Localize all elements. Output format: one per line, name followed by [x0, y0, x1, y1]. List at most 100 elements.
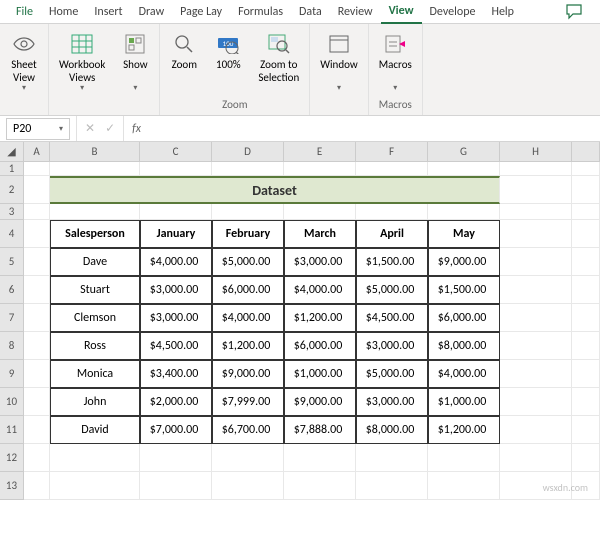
sheet-view-button[interactable]: Sheet View ▾	[4, 30, 44, 96]
col-header-d[interactable]: D	[212, 142, 284, 162]
cell-value[interactable]: $6,000.00	[284, 332, 356, 360]
cell-value[interactable]: $8,000.00	[356, 416, 428, 444]
select-all-corner[interactable]: ◢	[0, 142, 24, 162]
show-button[interactable]: Show ▾	[115, 30, 155, 96]
cell-value[interactable]: $4,000.00	[428, 360, 500, 388]
cell-value[interactable]: $9,000.00	[212, 360, 284, 388]
cell-value[interactable]: $1,500.00	[428, 276, 500, 304]
col-header-edge	[572, 142, 600, 162]
cell-value[interactable]: $6,000.00	[212, 276, 284, 304]
cell-value[interactable]: $9,000.00	[428, 248, 500, 276]
cell-value[interactable]: $1,000.00	[428, 388, 500, 416]
tab-insert[interactable]: Insert	[86, 1, 130, 23]
cell-value[interactable]: $7,888.00	[284, 416, 356, 444]
row-header[interactable]: 9	[0, 360, 24, 388]
th-april[interactable]: April	[356, 220, 428, 248]
macros-button[interactable]: Macros ▾	[373, 30, 418, 96]
cell-salesperson[interactable]: Clemson	[50, 304, 140, 332]
col-header-c[interactable]: C	[140, 142, 212, 162]
zoom-to-selection-button[interactable]: Zoom to Selection	[252, 30, 305, 86]
comments-button[interactable]	[562, 2, 588, 22]
tab-developer[interactable]: Develope	[422, 1, 484, 23]
tab-home[interactable]: Home	[41, 1, 86, 23]
col-header-e[interactable]: E	[284, 142, 356, 162]
cell-value[interactable]: $5,000.00	[356, 360, 428, 388]
cell-value[interactable]: $3,000.00	[140, 276, 212, 304]
cell-value[interactable]: $5,000.00	[356, 276, 428, 304]
th-february[interactable]: February	[212, 220, 284, 248]
tab-draw[interactable]: Draw	[131, 1, 173, 23]
row-12: 12	[0, 444, 600, 472]
cell-value[interactable]: $1,200.00	[284, 304, 356, 332]
cell-value[interactable]: $3,000.00	[356, 332, 428, 360]
cell-value[interactable]: $9,000.00	[284, 388, 356, 416]
tab-formulas[interactable]: Formulas	[230, 1, 291, 23]
cell-value[interactable]: $5,000.00	[212, 248, 284, 276]
cell-value[interactable]: $1,000.00	[284, 360, 356, 388]
chevron-down-icon: ▾	[22, 84, 26, 94]
confirm-icon[interactable]: ✓	[105, 121, 115, 136]
fx-icon[interactable]: fx	[124, 122, 149, 136]
cell-value[interactable]: $4,500.00	[356, 304, 428, 332]
th-may[interactable]: May	[428, 220, 500, 248]
row-header[interactable]: 12	[0, 444, 24, 472]
cell-value[interactable]: $7,999.00	[212, 388, 284, 416]
cell-value[interactable]: $6,700.00	[212, 416, 284, 444]
cell-value[interactable]: $3,000.00	[140, 304, 212, 332]
cell-value[interactable]: $1,200.00	[428, 416, 500, 444]
watermark: wsxdn.com	[543, 481, 588, 494]
row-header[interactable]: 3	[0, 204, 24, 220]
row-header[interactable]: 5	[0, 248, 24, 276]
row-header[interactable]: 4	[0, 220, 24, 248]
cell-value[interactable]: $4,000.00	[284, 276, 356, 304]
row-header[interactable]: 6	[0, 276, 24, 304]
zoom-100-button[interactable]: 100 100%	[208, 30, 248, 86]
tab-file[interactable]: File	[8, 1, 41, 23]
row-header[interactable]: 10	[0, 388, 24, 416]
tab-data[interactable]: Data	[291, 1, 330, 23]
dataset-title[interactable]: Dataset	[50, 176, 500, 204]
cell-value[interactable]: $7,000.00	[140, 416, 212, 444]
cell-salesperson[interactable]: Stuart	[50, 276, 140, 304]
tab-page-layout[interactable]: Page Lay	[172, 1, 230, 23]
zoom-button[interactable]: Zoom	[164, 30, 204, 86]
col-header-h[interactable]: H	[500, 142, 572, 162]
cell-value[interactable]: $4,500.00	[140, 332, 212, 360]
row-header[interactable]: 1	[0, 162, 24, 176]
th-march[interactable]: March	[284, 220, 356, 248]
col-header-g[interactable]: G	[428, 142, 500, 162]
row-header[interactable]: 13	[0, 472, 24, 500]
window-button[interactable]: Window ▾	[314, 30, 364, 96]
row-header[interactable]: 2	[0, 176, 24, 204]
cell-salesperson[interactable]: David	[50, 416, 140, 444]
cell-value[interactable]: $3,000.00	[356, 388, 428, 416]
col-header-b[interactable]: B	[50, 142, 140, 162]
tab-view[interactable]: View	[381, 0, 422, 24]
row-header[interactable]: 7	[0, 304, 24, 332]
cell-value[interactable]: $8,000.00	[428, 332, 500, 360]
col-header-f[interactable]: F	[356, 142, 428, 162]
cell-value[interactable]: $1,200.00	[212, 332, 284, 360]
cell-value[interactable]: $4,000.00	[212, 304, 284, 332]
th-january[interactable]: January	[140, 220, 212, 248]
cell-salesperson[interactable]: John	[50, 388, 140, 416]
cancel-icon[interactable]: ✕	[85, 121, 95, 136]
cell-salesperson[interactable]: Ross	[50, 332, 140, 360]
tab-help[interactable]: Help	[483, 1, 522, 23]
cell-value[interactable]: $1,500.00	[356, 248, 428, 276]
name-box[interactable]: P20 ▾	[6, 118, 70, 140]
group-window: Window ▾	[310, 24, 369, 115]
cell-value[interactable]: $4,000.00	[140, 248, 212, 276]
cell-value[interactable]: $3,400.00	[140, 360, 212, 388]
row-header[interactable]: 11	[0, 416, 24, 444]
cell-salesperson[interactable]: Dave	[50, 248, 140, 276]
cell-value[interactable]: $6,000.00	[428, 304, 500, 332]
th-salesperson[interactable]: Salesperson	[50, 220, 140, 248]
cell-salesperson[interactable]: Monica	[50, 360, 140, 388]
cell-value[interactable]: $2,000.00	[140, 388, 212, 416]
cell-value[interactable]: $3,000.00	[284, 248, 356, 276]
tab-review[interactable]: Review	[330, 1, 381, 23]
row-header[interactable]: 8	[0, 332, 24, 360]
col-header-a[interactable]: A	[24, 142, 50, 162]
workbook-views-button[interactable]: Workbook Views ▾	[53, 30, 111, 96]
